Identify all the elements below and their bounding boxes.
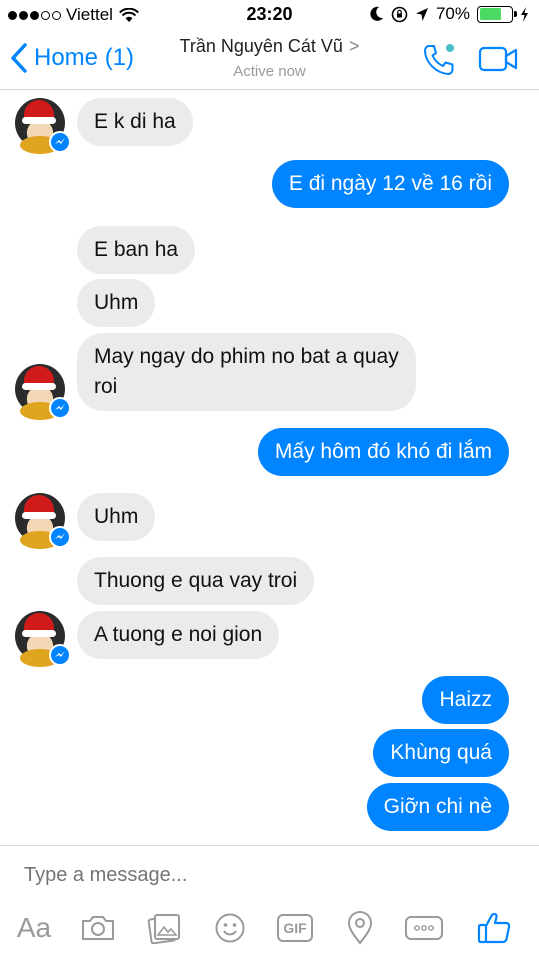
message-bubble-incoming[interactable]: A tuong e noi gion: [77, 611, 280, 659]
message-bubble-outgoing[interactable]: E đi ngày 12 về 16 rồi: [271, 160, 509, 208]
battery-percent: 70%: [435, 4, 470, 23]
text-format-icon: Aa: [16, 912, 52, 943]
message-thread[interactable]: E k di ha E đi ngày 12 về 16 rồi E ban h…: [0, 90, 539, 845]
message-bubble-outgoing[interactable]: Giỡn chi nè: [366, 783, 509, 831]
composer: Aa GIF: [0, 845, 539, 960]
messenger-badge-icon: [49, 131, 71, 153]
contact-avatar[interactable]: [15, 493, 71, 549]
battery-icon: [477, 5, 517, 23]
video-camera-icon: [478, 46, 518, 72]
video-call-button[interactable]: [478, 45, 520, 78]
message-line: roi: [94, 375, 118, 398]
messenger-badge-icon: [49, 526, 71, 548]
gif-label: GIF: [283, 920, 307, 936]
charging-bolt-icon: [521, 6, 528, 22]
active-status: Active now: [233, 63, 306, 80]
gif-icon: GIF: [277, 914, 313, 942]
message-bubble-incoming[interactable]: Thuong e qua vay troi: [77, 557, 315, 605]
composer-toolbar: Aa GIF: [0, 908, 539, 948]
moon-icon: [370, 6, 383, 21]
message-bubble-outgoing[interactable]: Mấy hôm đó khó đi lắm: [257, 428, 509, 476]
status-right: 70%: [370, 4, 529, 24]
gallery-button[interactable]: [146, 908, 182, 948]
more-button[interactable]: [404, 908, 444, 948]
location-button[interactable]: [344, 908, 376, 948]
sticker-icon: [215, 913, 245, 943]
message-bubble-incoming[interactable]: E k di ha: [77, 98, 193, 146]
location-icon: [347, 911, 373, 945]
message-bubble-outgoing[interactable]: Khùng quá: [373, 729, 509, 777]
contact-avatar[interactable]: [15, 98, 71, 154]
thumbs-up-icon: [477, 912, 511, 944]
like-button[interactable]: [474, 908, 514, 948]
contact-info[interactable]: Trần Nguyên Cát Vũ > Active now: [0, 36, 539, 80]
sticker-button[interactable]: [212, 908, 248, 948]
call-button[interactable]: [422, 43, 456, 82]
contact-avatar[interactable]: [15, 364, 71, 420]
status-bar: Viettel 23:20 70%: [0, 0, 539, 30]
camera-button[interactable]: [80, 908, 116, 948]
message-input[interactable]: [24, 864, 504, 887]
text-format-button[interactable]: Aa: [14, 908, 54, 948]
gallery-icon: [147, 914, 180, 944]
location-arrow-icon: [415, 7, 428, 21]
contact-avatar[interactable]: [15, 611, 71, 667]
chevron-right-icon: >: [348, 36, 360, 56]
more-icon: [405, 916, 443, 940]
phone-icon: [424, 44, 454, 75]
contact-name: Trần Nguyên Cát Vũ: [179, 36, 343, 56]
message-bubble-incoming[interactable]: Uhm: [77, 279, 156, 327]
message-bubble-outgoing[interactable]: Haizz: [422, 676, 509, 724]
camera-icon: [82, 916, 114, 940]
battery-fill: [479, 8, 502, 20]
gif-button[interactable]: GIF: [276, 908, 314, 948]
orientation-lock-icon: [391, 6, 408, 22]
message-bubble-incoming[interactable]: E ban ha: [77, 226, 196, 274]
conversation-header: Home (1) Trần Nguyên Cát Vũ > Active now: [0, 30, 539, 90]
message-line: May ngay do phim no bat a quay: [94, 345, 399, 368]
message-bubble-incoming[interactable]: May ngay do phim no bat a quay roi: [77, 333, 416, 411]
contact-title: Trần Nguyên Cát Vũ >: [0, 36, 539, 57]
message-bubble-incoming[interactable]: Uhm: [77, 493, 156, 541]
messenger-badge-icon: [49, 397, 71, 419]
messenger-badge-icon: [49, 644, 71, 666]
